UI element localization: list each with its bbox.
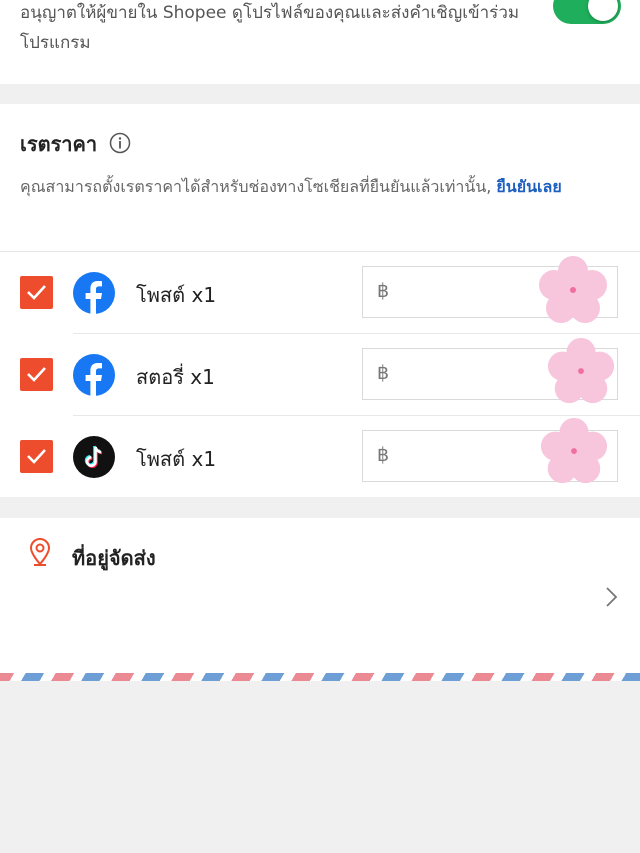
rate-row-label: โพสต์ x1 bbox=[136, 447, 217, 471]
rate-row-facebook-story: สตอรี่ x1 ฿ bbox=[0, 334, 640, 416]
rate-description-text: คุณสามารถตั้งเรตราคาได้สำหรับช่องทางโซเช… bbox=[20, 177, 497, 196]
rate-card: เรตราคา คุณสามารถตั้งเรตราคาได้สำหรับช่อ… bbox=[0, 104, 640, 497]
facebook-icon bbox=[73, 272, 115, 314]
airmail-border bbox=[0, 673, 640, 681]
currency-symbol: ฿ bbox=[377, 444, 390, 466]
rate-description: คุณสามารถตั้งเรตราคาได้สำหรับช่องทางโซเช… bbox=[20, 172, 625, 202]
flower-sticker-icon bbox=[539, 256, 607, 323]
seller-visibility-card: อนุญาตให้ผู้ขายใน Shopee ดูโปรไฟล์ของคุณ… bbox=[0, 0, 640, 84]
check-icon bbox=[27, 449, 46, 464]
location-pin-icon bbox=[29, 538, 51, 566]
chevron-right-icon[interactable] bbox=[604, 586, 618, 608]
currency-symbol: ฿ bbox=[377, 362, 390, 384]
checkbox-facebook-post[interactable] bbox=[20, 276, 53, 309]
checkbox-facebook-story[interactable] bbox=[20, 358, 53, 391]
rate-row-label: สตอรี่ x1 bbox=[136, 365, 215, 389]
flower-sticker-icon bbox=[547, 337, 615, 404]
shipping-address-card[interactable]: ที่อยู่จัดส่ง bbox=[0, 518, 640, 678]
tiktok-icon bbox=[73, 436, 115, 478]
check-icon bbox=[27, 285, 46, 300]
facebook-icon bbox=[73, 354, 115, 396]
verify-now-link[interactable]: ยืนยันเลย bbox=[496, 177, 561, 196]
info-icon[interactable] bbox=[109, 132, 131, 154]
seller-visibility-text: อนุญาตให้ผู้ขายใน Shopee ดูโปรไฟล์ของคุณ… bbox=[20, 3, 520, 53]
rate-title: เรตราคา bbox=[20, 132, 98, 156]
check-icon bbox=[27, 367, 46, 382]
flower-sticker-icon bbox=[540, 417, 608, 484]
currency-symbol: ฿ bbox=[377, 280, 390, 302]
checkbox-tiktok-post[interactable] bbox=[20, 440, 53, 473]
toggle-knob bbox=[588, 0, 618, 21]
shipping-address-title: ที่อยู่จัดส่ง bbox=[72, 546, 156, 570]
seller-visibility-toggle[interactable] bbox=[553, 0, 621, 24]
rate-row-label: โพสต์ x1 bbox=[136, 283, 217, 307]
